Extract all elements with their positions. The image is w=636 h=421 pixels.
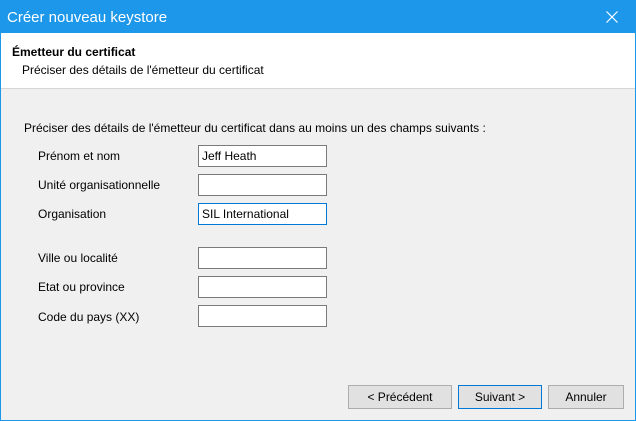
label-city: Ville ou localité	[38, 251, 118, 265]
label-organisation: Organisation	[38, 207, 107, 221]
header-subtitle: Préciser des détails de l'émetteur du ce…	[22, 63, 264, 77]
instructions-text: Préciser des détails de l'émetteur du ce…	[24, 121, 486, 135]
dialog-window: Créer nouveau keystore Émetteur du certi…	[0, 0, 636, 421]
label-state: Etat ou province	[38, 280, 125, 294]
label-full-name: Prénom et nom	[38, 149, 121, 163]
label-org-unit: Unité organisationnelle	[38, 178, 161, 192]
next-button[interactable]: Suivant >	[458, 385, 542, 409]
organisation-input[interactable]	[198, 203, 327, 225]
org-unit-input[interactable]	[198, 174, 327, 196]
header-title: Émetteur du certificat	[12, 45, 136, 59]
city-input[interactable]	[198, 247, 327, 269]
close-button[interactable]	[589, 1, 635, 33]
back-button[interactable]: < Précédent	[348, 385, 452, 409]
full-name-input[interactable]	[198, 145, 327, 167]
title-bar[interactable]: Créer nouveau keystore	[1, 1, 635, 33]
cancel-button[interactable]: Annuler	[548, 385, 624, 409]
country-code-input[interactable]	[198, 305, 327, 327]
state-input[interactable]	[198, 276, 327, 298]
window-title: Créer nouveau keystore	[7, 9, 168, 26]
label-country-code: Code du pays (XX)	[38, 310, 140, 324]
close-icon	[606, 11, 618, 23]
wizard-header: Émetteur du certificat Préciser des déta…	[1, 33, 635, 89]
